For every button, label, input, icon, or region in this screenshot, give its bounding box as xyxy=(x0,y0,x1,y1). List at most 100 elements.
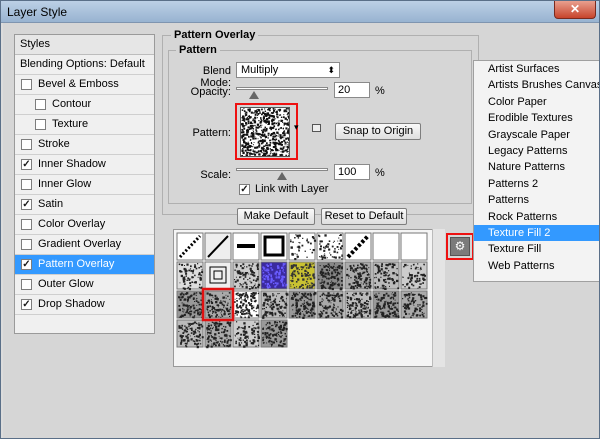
pattern-dropdown-arrow-icon[interactable]: ▾ xyxy=(294,122,299,133)
style-item-label: Pattern Overlay xyxy=(38,258,115,270)
blend-mode-value: Multiply xyxy=(241,64,279,76)
pattern-grid[interactable] xyxy=(174,230,432,366)
style-item-label: Inner Glow xyxy=(38,178,92,190)
style-checkbox[interactable] xyxy=(21,79,32,90)
pattern-swatch[interactable] xyxy=(260,319,288,348)
pattern-swatch[interactable] xyxy=(372,290,400,319)
pattern-swatch[interactable] xyxy=(316,290,344,319)
pattern-swatch[interactable] xyxy=(260,290,289,319)
pattern-swatch[interactable] xyxy=(232,232,260,261)
opacity-slider-track[interactable] xyxy=(236,87,328,90)
pattern-swatch[interactable] xyxy=(316,261,344,291)
make-default-button[interactable]: Make Default xyxy=(237,208,315,225)
menu-item[interactable]: Artist Surfaces xyxy=(474,61,599,77)
menu-item[interactable]: Artists Brushes Canvas xyxy=(474,77,599,93)
pattern-label: Pattern: xyxy=(192,127,231,139)
blend-mode-select[interactable]: Multiply ⬍ xyxy=(236,62,340,78)
pattern-swatch[interactable] xyxy=(400,261,428,290)
style-item[interactable]: Bevel & Emboss xyxy=(15,75,154,95)
style-item-label: Drop Shadow xyxy=(38,298,105,310)
scale-input[interactable]: 100 xyxy=(334,164,370,180)
menu-item[interactable]: Nature Patterns xyxy=(474,159,599,175)
style-checkbox[interactable]: ✓ xyxy=(21,159,32,170)
style-checkbox[interactable] xyxy=(21,139,32,150)
menu-item[interactable]: Patterns 2 xyxy=(474,176,599,192)
menu-item[interactable]: Patterns xyxy=(474,192,599,208)
pattern-swatch[interactable] xyxy=(176,319,204,349)
menu-item[interactable]: Texture Fill 2 xyxy=(474,224,599,242)
style-item[interactable]: Outer Glow xyxy=(15,275,154,295)
pattern-swatch[interactable] xyxy=(232,290,260,319)
gear-icon[interactable]: ⚙ xyxy=(450,237,470,256)
style-item-label: Stroke xyxy=(38,138,70,150)
pattern-subgroup-title: Pattern xyxy=(176,44,220,56)
snap-to-origin-button[interactable]: Snap to Origin xyxy=(335,123,421,140)
style-checkbox[interactable]: ✓ xyxy=(21,199,32,210)
pattern-swatch[interactable] xyxy=(372,232,400,261)
pattern-swatch[interactable] xyxy=(260,232,288,261)
pattern-swatch[interactable] xyxy=(204,290,232,319)
pattern-swatch[interactable] xyxy=(344,290,372,319)
style-checkbox[interactable]: ✓ xyxy=(21,259,32,270)
menu-item[interactable]: Rock Patterns xyxy=(474,209,599,225)
pattern-swatch[interactable] xyxy=(176,290,205,319)
menu-item[interactable]: Grayscale Paper xyxy=(474,127,599,143)
style-checkbox[interactable] xyxy=(35,99,46,110)
style-checkbox[interactable]: ✓ xyxy=(21,299,32,310)
menu-item[interactable]: Legacy Patterns xyxy=(474,143,599,159)
opacity-input[interactable]: 20 xyxy=(334,82,370,98)
menu-item[interactable]: Color Paper xyxy=(474,94,599,110)
pattern-swatch[interactable] xyxy=(204,232,232,261)
link-with-layer-checkbox[interactable]: ✓ xyxy=(239,184,250,195)
menu-item[interactable]: Web Patterns xyxy=(474,258,599,274)
pattern-swatch[interactable] xyxy=(204,319,232,349)
style-checkbox[interactable] xyxy=(21,219,32,230)
opacity-label: Opacity: xyxy=(190,86,231,98)
style-item[interactable]: Texture xyxy=(15,115,154,135)
style-item[interactable]: ✓ Satin xyxy=(15,195,154,215)
style-item[interactable]: Contour xyxy=(15,95,154,115)
scale-slider-track[interactable] xyxy=(236,168,328,171)
pattern-swatch[interactable] xyxy=(232,261,261,290)
style-item[interactable]: ✓ Inner Shadow xyxy=(15,155,154,175)
title-bar[interactable]: Layer Style ✕ xyxy=(1,1,599,23)
style-item[interactable]: Color Overlay xyxy=(15,215,154,235)
close-button[interactable]: ✕ xyxy=(554,1,596,19)
pattern-swatch[interactable] xyxy=(400,232,428,261)
style-item[interactable]: Inner Glow xyxy=(15,175,154,195)
pattern-picker-scrollbar[interactable] xyxy=(432,229,445,367)
pattern-swatch[interactable] xyxy=(288,290,317,319)
style-checkbox[interactable] xyxy=(21,279,32,290)
pattern-swatch[interactable] xyxy=(176,261,204,291)
reset-to-default-button[interactable]: Reset to Default xyxy=(321,208,407,225)
select-arrow-icon: ⬍ xyxy=(327,65,335,75)
pattern-swatch[interactable] xyxy=(260,261,288,290)
pattern-swatch[interactable] xyxy=(288,261,316,290)
pattern-swatch[interactable] xyxy=(176,232,204,261)
style-checkbox[interactable] xyxy=(21,239,32,250)
pattern-swatch[interactable] xyxy=(400,290,428,319)
opacity-slider-thumb[interactable] xyxy=(249,91,260,99)
styles-header[interactable]: Styles xyxy=(15,35,154,55)
style-item[interactable]: ✓ Drop Shadow xyxy=(15,295,154,315)
pattern-swatch[interactable] xyxy=(204,261,232,290)
style-item-label: Satin xyxy=(38,198,64,210)
new-preset-icon[interactable] xyxy=(312,124,321,132)
menu-item[interactable]: Texture Fill xyxy=(474,241,599,257)
menu-item[interactable]: Erodible Textures xyxy=(474,110,599,126)
scale-slider-thumb[interactable] xyxy=(277,172,287,180)
pattern-swatch[interactable] xyxy=(288,232,317,261)
pattern-swatch[interactable] xyxy=(344,232,372,261)
pattern-swatch[interactable] xyxy=(344,261,372,290)
pattern-picker xyxy=(173,229,445,367)
style-checkbox[interactable] xyxy=(21,179,32,190)
style-item[interactable]: ✓ Pattern Overlay xyxy=(15,255,154,275)
scale-label: Scale: xyxy=(200,169,231,181)
pattern-swatch[interactable] xyxy=(316,232,344,261)
style-item[interactable]: Gradient Overlay xyxy=(15,235,154,255)
style-item[interactable]: Blending Options: Default xyxy=(15,55,154,75)
pattern-swatch[interactable] xyxy=(372,261,400,290)
style-checkbox[interactable] xyxy=(35,119,46,130)
pattern-swatch[interactable] xyxy=(232,319,260,348)
style-item[interactable]: Stroke xyxy=(15,135,154,155)
